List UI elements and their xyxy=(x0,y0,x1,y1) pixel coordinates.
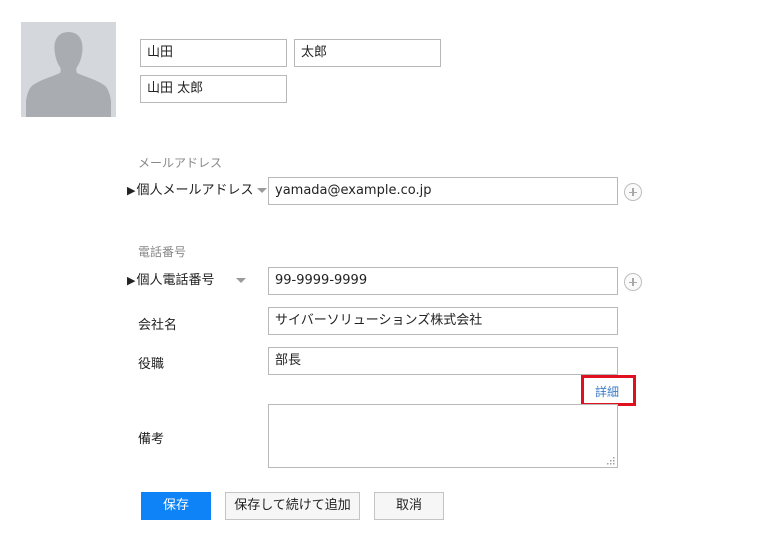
email-field[interactable]: yamada@example.co.jp xyxy=(268,177,618,205)
expand-marker-icon: ▶ xyxy=(127,274,136,287)
add-email-button[interactable] xyxy=(624,183,642,201)
resize-grip-icon[interactable] xyxy=(607,457,615,465)
phone-type-label: 個人電話番号 xyxy=(136,273,215,288)
caret-down-icon xyxy=(236,278,247,283)
email-type-select[interactable]: ▶個人メールアドレス xyxy=(127,177,268,205)
company-label: 会社名 xyxy=(138,318,178,333)
cancel-button[interactable]: 取消 xyxy=(374,492,444,520)
company-field[interactable]: サイバーソリューションズ株式会社 xyxy=(268,307,618,335)
save-and-add-button[interactable]: 保存して続けて追加 xyxy=(225,492,360,520)
phone-type-select[interactable]: ▶個人電話番号 xyxy=(127,267,267,295)
phone-field[interactable]: 99-9999-9999 xyxy=(268,267,618,295)
add-phone-button[interactable] xyxy=(624,273,642,291)
last-name-field[interactable]: 山田 xyxy=(140,39,287,67)
first-name-field[interactable]: 太郎 xyxy=(294,39,441,67)
details-link[interactable]: 詳細 xyxy=(595,383,619,400)
display-name-field[interactable]: 山田 太郎 xyxy=(140,75,287,103)
email-type-label: 個人メールアドレス xyxy=(136,183,254,198)
expand-marker-icon: ▶ xyxy=(127,184,136,197)
position-label: 役職 xyxy=(138,357,165,372)
email-section-label: メールアドレス xyxy=(138,156,223,170)
position-field[interactable]: 部長 xyxy=(268,347,618,375)
person-silhouette-icon xyxy=(21,22,116,117)
caret-down-icon xyxy=(257,188,268,193)
notes-textarea[interactable] xyxy=(268,404,618,468)
save-button[interactable]: 保存 xyxy=(141,492,211,520)
notes-label: 備考 xyxy=(138,432,165,447)
phone-section-label: 電話番号 xyxy=(138,245,187,259)
avatar[interactable] xyxy=(21,22,116,117)
